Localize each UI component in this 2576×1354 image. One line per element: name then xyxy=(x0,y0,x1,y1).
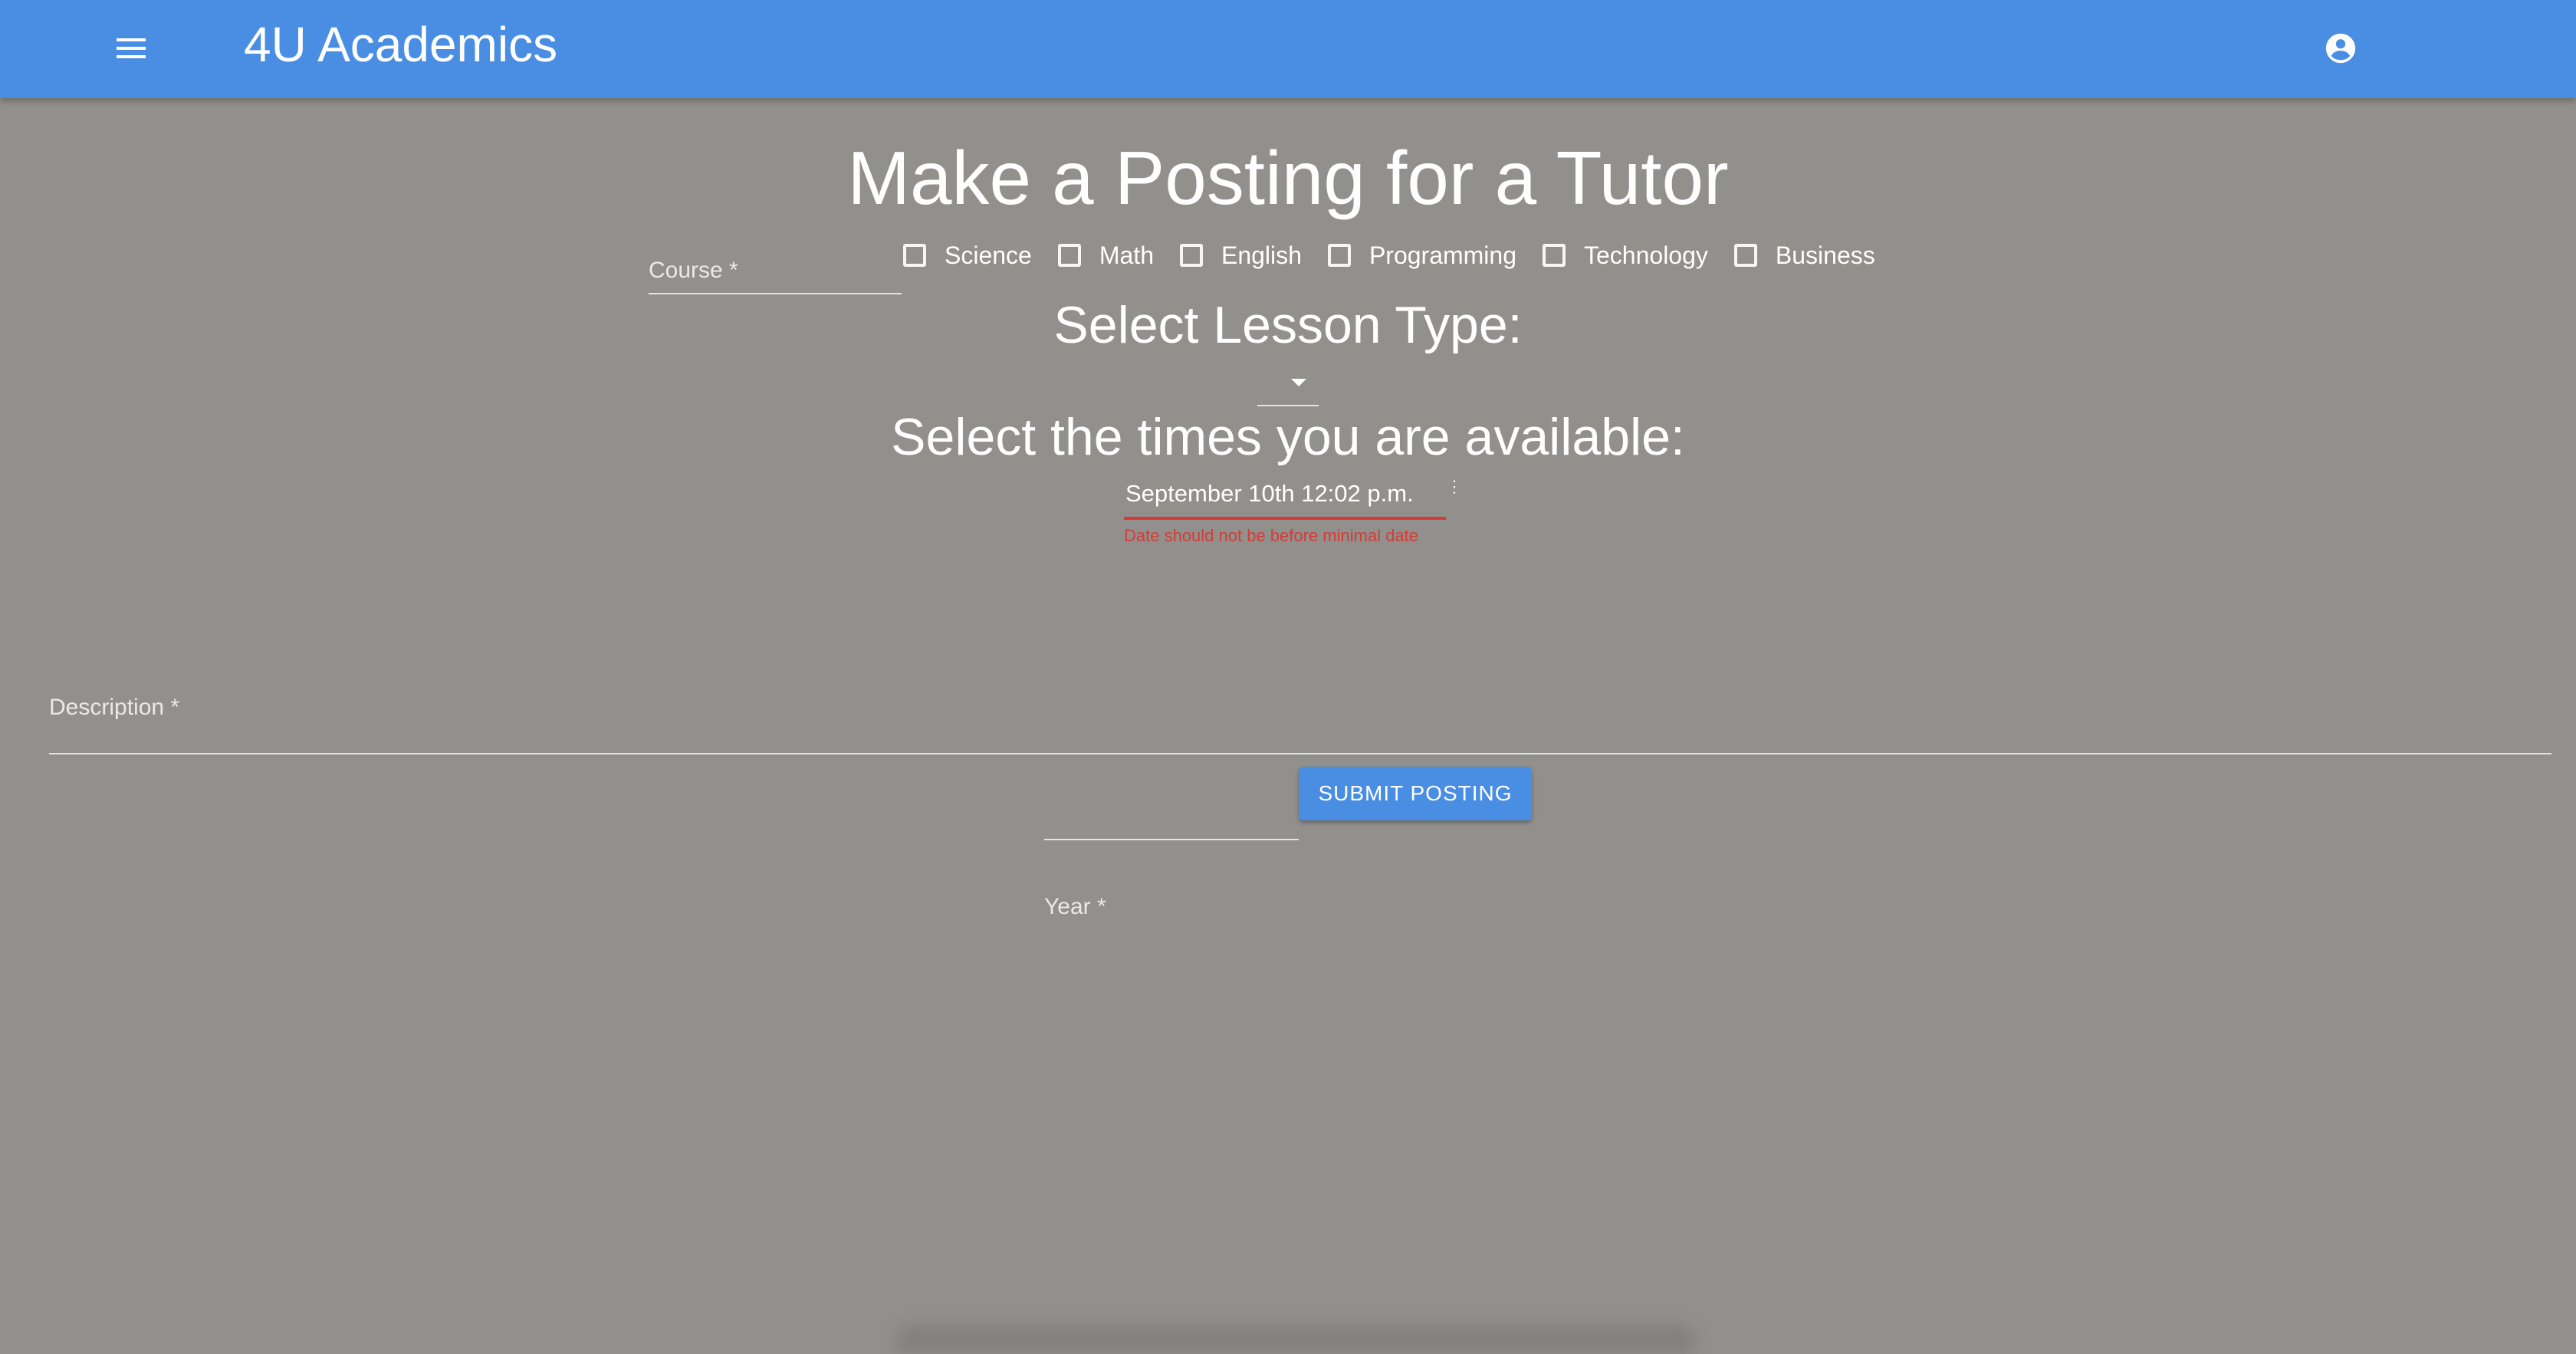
checkbox-label-science: Science xyxy=(945,241,1032,269)
posting-form: Make a Posting for a Tutor Course * Scie… xyxy=(0,98,2576,1354)
technology-checkbox[interactable]: Technology xyxy=(1543,242,1708,270)
checkbox-icon[interactable] xyxy=(1327,244,1351,267)
menu-icon[interactable] xyxy=(109,34,155,64)
checkbox-icon[interactable] xyxy=(1543,244,1566,267)
lesson-type-select[interactable] xyxy=(1257,362,1319,406)
lesson-type-heading: Select Lesson Type: xyxy=(1053,296,1523,354)
english-checkbox[interactable]: English xyxy=(1179,241,1302,270)
app-title: 4U Academics xyxy=(244,17,558,72)
available-times-heading: Select the times you are available: xyxy=(891,408,1685,466)
account-circle-icon[interactable] xyxy=(2323,31,2358,66)
checkbox-label-business: Business xyxy=(1775,241,1875,269)
date-time-value: September 10th 12:02 p.m. xyxy=(1125,480,1414,507)
date-time-picker[interactable]: September 10th 12:02 p.m. ⋮ xyxy=(1124,474,1463,520)
course-input[interactable]: Course * xyxy=(649,242,902,294)
description-label: Description * xyxy=(49,695,180,720)
subject-checkboxes: Science Math English Programming Technol… xyxy=(903,232,1901,278)
checkbox-icon[interactable] xyxy=(1179,244,1203,267)
checkbox-label-programming: Programming xyxy=(1368,241,1516,269)
math-checkbox[interactable]: Math xyxy=(1057,241,1154,270)
checkbox-label-math: Math xyxy=(1099,241,1154,269)
course-label: Course * xyxy=(649,258,738,283)
page-title: Make a Posting for a Tutor xyxy=(847,136,1729,220)
year-input[interactable]: Year * xyxy=(1044,787,1299,919)
date-error-message: Date should not be before minimal date xyxy=(1124,526,1419,545)
app-bar: 4U Academics xyxy=(0,0,2576,98)
checkbox-icon[interactable] xyxy=(903,244,926,267)
checkbox-label-english: English xyxy=(1221,241,1302,269)
checkbox-icon[interactable] xyxy=(1057,244,1081,267)
vertical-dots-icon[interactable]: ⋮ xyxy=(1446,477,1463,497)
caret-down-icon xyxy=(1291,379,1306,386)
business-checkbox[interactable]: Business xyxy=(1733,241,1875,270)
science-checkbox[interactable]: Science xyxy=(903,242,1032,270)
year-label: Year * xyxy=(1044,894,1106,919)
bottom-shadow xyxy=(897,1325,1694,1354)
checkbox-label-technology: Technology xyxy=(1584,241,1708,269)
programming-checkbox[interactable]: Programming xyxy=(1327,241,1516,270)
checkbox-icon[interactable] xyxy=(1733,244,1757,267)
submit-posting-button[interactable]: SUBMIT POSTING xyxy=(1299,767,1532,820)
description-textarea[interactable]: Description * xyxy=(49,589,2551,754)
